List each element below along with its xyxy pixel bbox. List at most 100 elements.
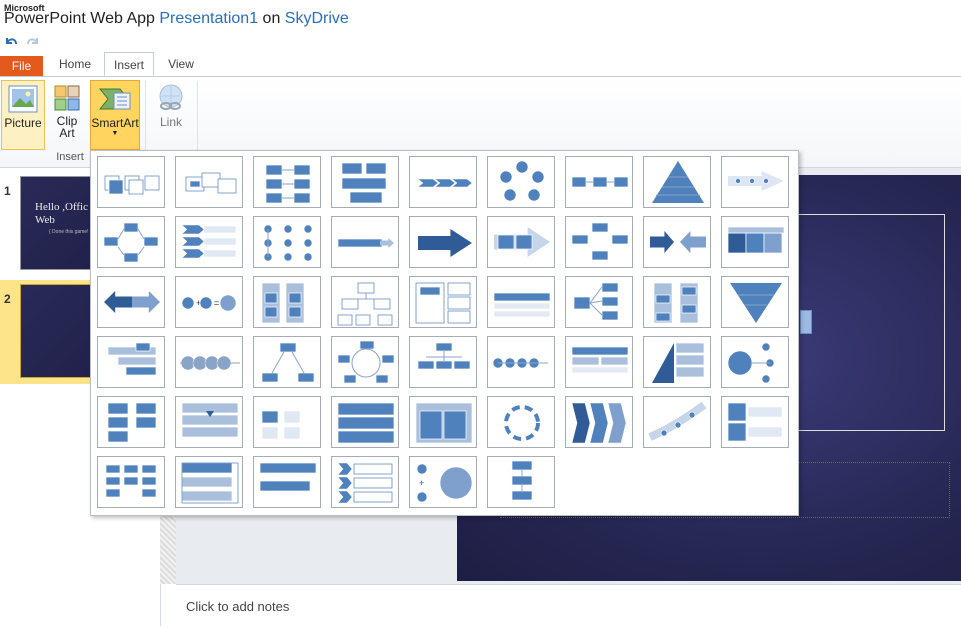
slide-title-line-1: Hello ,Offic [35, 201, 88, 213]
layout-preview [648, 401, 707, 441]
smartart-button[interactable]: SmartArt ▼ [90, 80, 140, 150]
smartart-layout-lined-list[interactable] [487, 276, 555, 328]
layout-preview [181, 224, 237, 259]
smartart-layout-converging-arrows[interactable] [643, 216, 711, 268]
tab-file[interactable]: File [0, 56, 43, 76]
smartart-layout-segmented-cycle[interactable] [565, 216, 633, 268]
smartart-layout-basic-process[interactable] [565, 156, 633, 208]
smartart-layout-horizontal-list[interactable] [175, 456, 243, 508]
layout-preview [650, 231, 706, 253]
picture-label: Picture [4, 116, 42, 130]
tab-insert[interactable]: Insert [104, 52, 154, 76]
layout-preview [571, 222, 629, 261]
layout-preview [494, 227, 550, 257]
smartart-layout-continuous-cycle[interactable] [487, 396, 555, 448]
layout-preview [492, 357, 548, 369]
smartart-layout-descending-block-list[interactable] [97, 336, 165, 388]
layout-preview [511, 460, 533, 501]
smartart-layout-closed-chevron[interactable] [565, 396, 633, 448]
layout-preview [105, 464, 157, 498]
smartart-layout-cycle-matrix[interactable] [97, 216, 165, 268]
smartart-layout-basic-cycle[interactable] [487, 156, 555, 208]
smartart-layout-picture-caption-list[interactable] [331, 396, 399, 448]
smartart-layout-horizontal-hierarchy[interactable] [409, 276, 477, 328]
layout-preview [418, 229, 472, 257]
ribbon-tabs: File Home Insert View [0, 52, 961, 77]
undo-icon[interactable] [2, 34, 20, 52]
smartart-layout-vertical-picture-list[interactable] [721, 396, 789, 448]
smartart-layout-table-hierarchy[interactable] [565, 336, 633, 388]
smartart-layout-radial-list[interactable] [565, 276, 633, 328]
smartart-layout-circle-process[interactable] [487, 336, 555, 388]
redo-icon[interactable] [24, 34, 42, 52]
smartart-layout-basic-chevron-process[interactable] [409, 156, 477, 208]
smartart-layout-basic-radial[interactable] [253, 336, 321, 388]
smartart-layout-up-arrow-curve[interactable] [643, 396, 711, 448]
smartart-layout-horizontal-bullet-list[interactable] [331, 216, 399, 268]
link-button[interactable]: Link [150, 80, 192, 150]
smartart-layout-vertical-box-list[interactable] [253, 276, 321, 328]
smartart-layout-gear-equation[interactable]: + [409, 456, 477, 508]
layout-preview [417, 178, 473, 188]
layout-preview [730, 283, 782, 323]
smartart-layout-bending-process[interactable] [253, 456, 321, 508]
layout-preview [261, 282, 305, 324]
smartart-gallery: + = + [90, 150, 799, 516]
smartart-layout-alternating-flow[interactable] [97, 396, 165, 448]
smartart-layout-organization-chart[interactable] [409, 336, 477, 388]
smartart-layout-vertical-process[interactable] [487, 456, 555, 508]
document-name[interactable]: Presentation1 [159, 10, 258, 27]
smartart-layout-equation[interactable]: + = [175, 276, 243, 328]
layout-preview [337, 402, 395, 444]
smartart-layout-continuous-block[interactable] [175, 336, 243, 388]
layout-preview [727, 342, 775, 384]
svg-text:+: + [419, 478, 424, 488]
smartart-layout-grouped-list[interactable] [331, 156, 399, 208]
smartart-layout-up-arrow[interactable] [409, 216, 477, 268]
smartart-layout-basic-block-list[interactable] [97, 156, 165, 208]
tab-home[interactable]: Home [52, 52, 98, 76]
picture-button[interactable]: Picture [1, 80, 45, 150]
notes-pane[interactable]: Click to add notes [176, 584, 961, 627]
layout-preview [103, 222, 159, 263]
smartart-layout-vertical-circle-list[interactable] [253, 216, 321, 268]
smartart-layout-process-arrows[interactable] [721, 156, 789, 208]
layout-preview [261, 342, 315, 383]
smartart-layout-pie-process[interactable] [253, 396, 321, 448]
layout-preview [727, 226, 785, 254]
smartart-layout-inverted-pyramid[interactable] [721, 276, 789, 328]
smartart-layout-radial-cluster[interactable] [721, 336, 789, 388]
smartart-layout-accent-process[interactable] [487, 216, 555, 268]
location-link[interactable]: SkyDrive [285, 10, 349, 27]
smartart-layout-table-list[interactable] [721, 216, 789, 268]
layout-preview [337, 238, 394, 248]
smartart-layout-vertical-chevron-list[interactable] [253, 156, 321, 208]
layout-preview [504, 405, 540, 441]
smartart-layout-basic-pyramid[interactable] [643, 156, 711, 208]
layout-preview [341, 162, 387, 204]
smartart-layout-hierarchy[interactable] [331, 276, 399, 328]
layout-preview [493, 292, 551, 318]
smartart-layout-stacked-list[interactable] [175, 216, 243, 268]
smartart-layout-alternating-picture-blocks[interactable] [175, 156, 243, 208]
smartart-layout-staggered-process[interactable] [175, 396, 243, 448]
link-label: Link [159, 115, 182, 129]
smartart-layout-stacked-pyramid[interactable] [643, 336, 711, 388]
resize-handle[interactable] [800, 310, 812, 334]
smartart-layout-vertical-arrow-list[interactable] [643, 276, 711, 328]
layout-preview [181, 402, 239, 438]
smartart-layout-nested-target[interactable] [409, 396, 477, 448]
clipart-button[interactable]: Clip Art [48, 80, 86, 150]
layout-preview [571, 346, 629, 374]
smartart-layout-block-cycle[interactable] [331, 336, 399, 388]
layout-preview [107, 342, 157, 376]
title-bar: Microsoft PowerPoint Web App Presentatio… [0, 0, 961, 34]
smartart-layout-chevron-list[interactable] [331, 456, 399, 508]
smartart-layout-opposing-arrows[interactable] [97, 276, 165, 328]
layout-preview [181, 462, 239, 504]
app-title: PowerPoint Web App Presentation1 on SkyD… [4, 10, 349, 28]
title-on: on [262, 10, 281, 27]
slide-title: Hello ,Offic Web [35, 201, 88, 227]
tab-view[interactable]: View [160, 52, 202, 76]
smartart-layout-labeled-hierarchy[interactable] [97, 456, 165, 508]
